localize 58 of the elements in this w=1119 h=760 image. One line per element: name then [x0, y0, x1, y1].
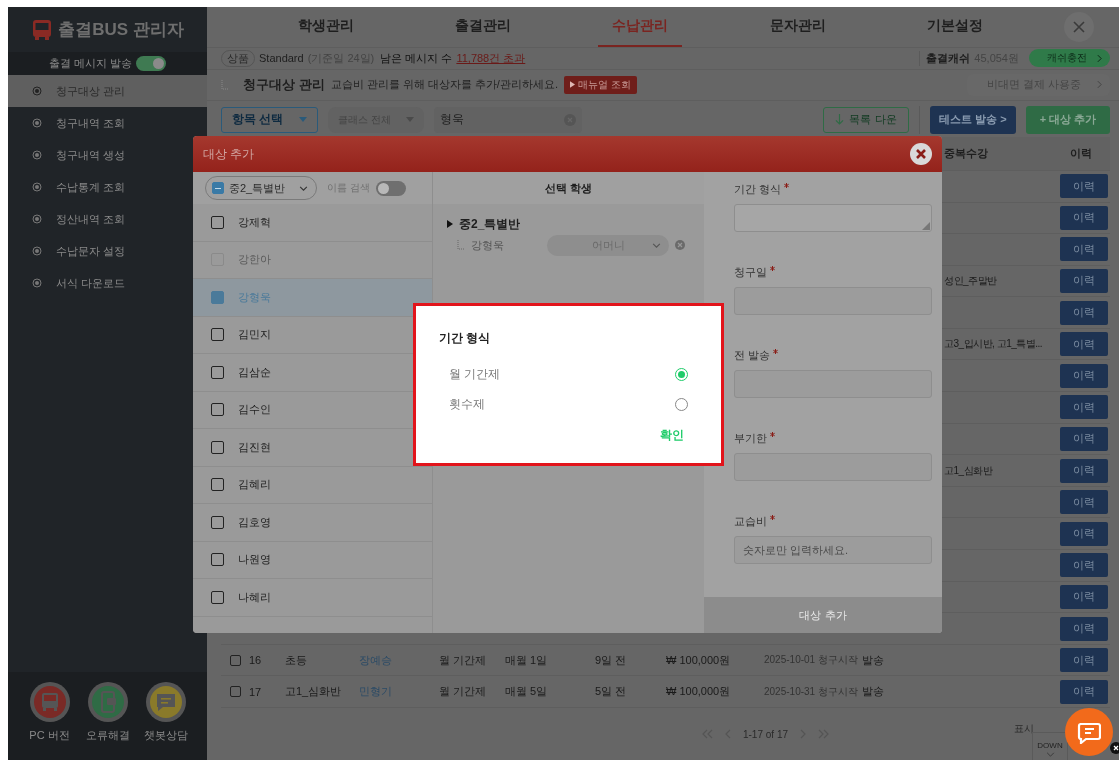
dialog-title: 대상 추가 [203, 145, 255, 163]
amount-cell: ₩ 100,000원 [666, 653, 731, 666]
popup-title: 기간 형식 [439, 330, 492, 347]
student-name: 김삼순 [238, 364, 271, 380]
shortcut-label: PC 버전 [29, 728, 70, 743]
send-status-cell: 발송 [862, 685, 884, 698]
column-header: 중복수강 [944, 145, 989, 161]
duplicate-class-cell: 고1_심화반 [944, 464, 993, 476]
row-number: 17 [249, 685, 262, 698]
shortcut-label: 오류해결 [85, 728, 130, 743]
message-toggle-label: 출결 메시지 발송 [48, 56, 133, 71]
student-name: 김진현 [238, 439, 271, 455]
field-label: 교습비 [734, 514, 767, 529]
app-title: 출결BUS 관리자 [58, 19, 184, 41]
sidebar-menu-label: 서식 다운로드 [56, 275, 126, 291]
group-name: 중2_특별반 [459, 215, 521, 233]
student-name: 김민지 [238, 327, 271, 343]
plan-name: Standard [259, 52, 304, 65]
cash-label: 출결캐쉬 [919, 50, 971, 66]
option-label: 월 기간제 [449, 365, 501, 383]
class-cell: 초등 [285, 653, 307, 666]
selected-students-header: 선택 학생 [433, 172, 704, 204]
student-name: 나혜리 [238, 589, 271, 605]
duplicate-class-cell: 성인_주말반 [944, 275, 997, 286]
class-cell: 고1_심화반 [285, 685, 342, 698]
billing-day-cell: 매월 1일 [505, 653, 548, 666]
period-type-cell: 월 기간제 [439, 653, 487, 666]
student-name: 강한아 [238, 252, 271, 268]
period-type-cell: 월 기간제 [439, 685, 487, 698]
sidebar-menu-label: 수납문자 설정 [56, 243, 126, 259]
sidebar-menu-label: 정산내역 조회 [56, 211, 126, 227]
sidebar-menu-label: 청구내역 생성 [56, 147, 126, 163]
student-name: 강형욱 [471, 237, 505, 253]
student-name: 김수인 [238, 402, 271, 418]
student-name: 강제혁 [238, 214, 271, 230]
row-number: 16 [249, 654, 262, 667]
notice-cell: 9일 전 [595, 653, 627, 666]
messages-label: 남은 메시지 수 [380, 50, 453, 66]
field-label: 부기한 [734, 431, 767, 446]
option-label: 횟수제 [449, 395, 485, 413]
student-name: 나원영 [238, 552, 271, 568]
send-status-cell: 발송 [862, 653, 884, 666]
page-title: 청구대상 관리 [243, 75, 325, 94]
field-label: 전 발송 [734, 348, 771, 363]
duplicate-class-cell: 고3_입시반, 고1_특별... [944, 338, 1043, 350]
sidebar-menu-label: 수납통계 조회 [56, 179, 126, 195]
student-name: 김호영 [238, 514, 271, 530]
field-label: 청구일 [734, 265, 767, 280]
shortcut-label: 챗봇상담 [143, 728, 188, 743]
notice-cell: 5일 전 [595, 685, 627, 698]
sidebar-menu-label: 청구내역 조회 [56, 115, 126, 131]
page-subtitle: 교습비 관리를 위해 대상자를 추가/관리하세요. [330, 77, 558, 93]
column-header: 이력 [1068, 145, 1093, 161]
student-name: 김혜리 [238, 477, 271, 493]
billing-day-cell: 매월 5일 [505, 685, 548, 698]
amount-cell: ₩ 100,000원 [666, 685, 731, 698]
field-label: 기간 형식 [734, 182, 782, 197]
student-name: 강형욱 [238, 289, 271, 305]
